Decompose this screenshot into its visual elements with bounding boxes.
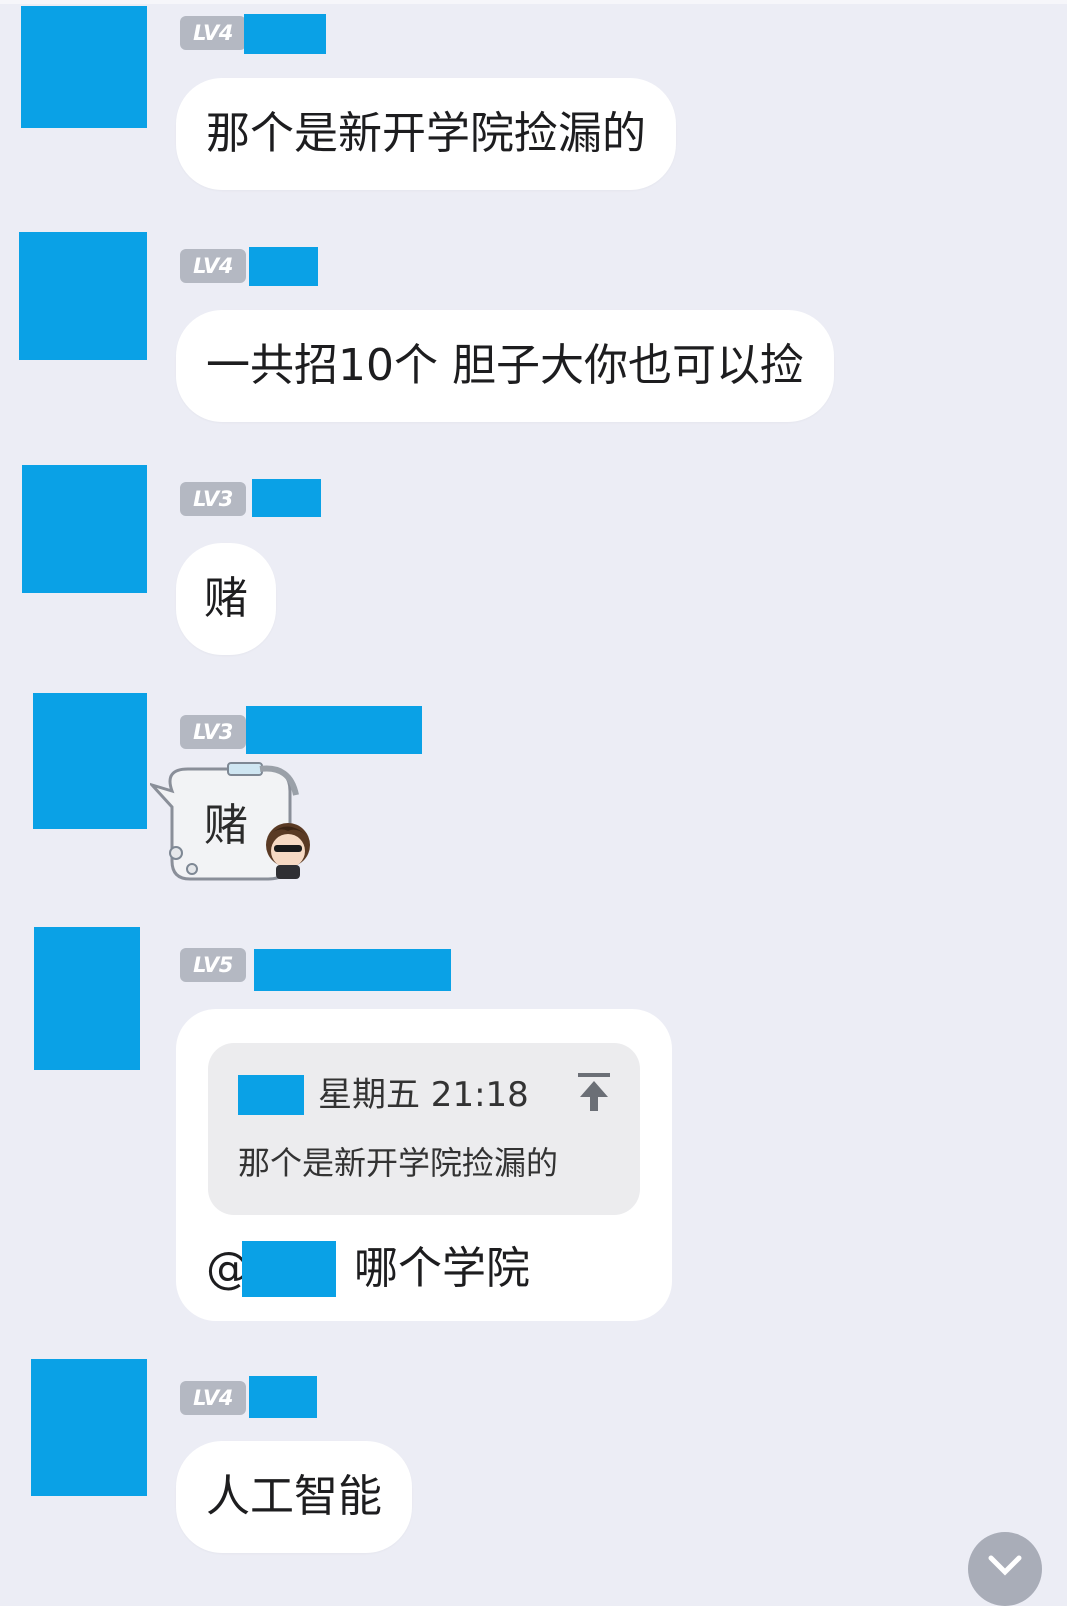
reply-message-bubble[interactable]: 星期五 21:18 那个是新开学院捡漏的 @ 哪个学院	[176, 1009, 672, 1321]
avatar[interactable]	[21, 6, 147, 128]
level-badge: LV3	[180, 715, 246, 749]
chat-message: LV3 赌	[0, 693, 1067, 913]
quoted-sender-redacted	[238, 1075, 304, 1115]
sticker-text: 赌	[204, 800, 248, 851]
nickname-redacted[interactable]	[249, 247, 318, 286]
chevron-down-icon	[988, 1555, 1022, 1576]
level-badge: LV4	[180, 16, 246, 50]
quoted-message[interactable]: 星期五 21:18 那个是新开学院捡漏的	[208, 1043, 640, 1215]
quoted-text: 那个是新开学院捡漏的	[238, 1144, 559, 1182]
level-badge: LV5	[180, 948, 246, 982]
chat-message: LV4 那个是新开学院捡漏的	[0, 6, 1067, 206]
top-divider	[0, 0, 1067, 4]
nickname-redacted[interactable]	[252, 479, 321, 517]
nickname-redacted[interactable]	[244, 14, 326, 54]
level-badge: LV3	[180, 482, 246, 516]
avatar[interactable]	[19, 232, 147, 360]
mention-name-redacted[interactable]	[242, 1241, 336, 1297]
avatar[interactable]	[34, 927, 140, 1070]
chat-message: LV3 赌	[0, 465, 1067, 665]
message-bubble[interactable]: 一共招10个 胆子大你也可以捡	[176, 310, 834, 422]
chat-message: LV4 人工智能	[0, 1359, 1067, 1576]
quoted-timestamp: 星期五 21:18	[318, 1075, 529, 1115]
scroll-to-bottom-button[interactable]	[968, 1532, 1042, 1606]
chat-message: LV5 星期五 21:18 那个是新开学院捡漏的 @ 哪个学院	[0, 927, 1067, 1327]
nickname-redacted[interactable]	[246, 706, 422, 754]
avatar[interactable]	[31, 1359, 147, 1496]
level-badge: LV4	[180, 249, 246, 283]
avatar[interactable]	[33, 693, 147, 829]
nickname-redacted[interactable]	[254, 949, 451, 991]
avatar[interactable]	[22, 465, 147, 593]
nickname-redacted[interactable]	[249, 1376, 317, 1418]
chat-message: LV4 一共招10个 胆子大你也可以捡	[0, 232, 1067, 432]
arrow-up-to-top-icon[interactable]	[574, 1071, 614, 1113]
message-bubble[interactable]: 人工智能	[176, 1441, 412, 1553]
level-badge: LV4	[180, 1381, 246, 1415]
message-bubble[interactable]: 赌	[176, 543, 276, 655]
message-bubble[interactable]: 那个是新开学院捡漏的	[176, 78, 676, 190]
reply-text: 哪个学院	[354, 1243, 530, 1294]
